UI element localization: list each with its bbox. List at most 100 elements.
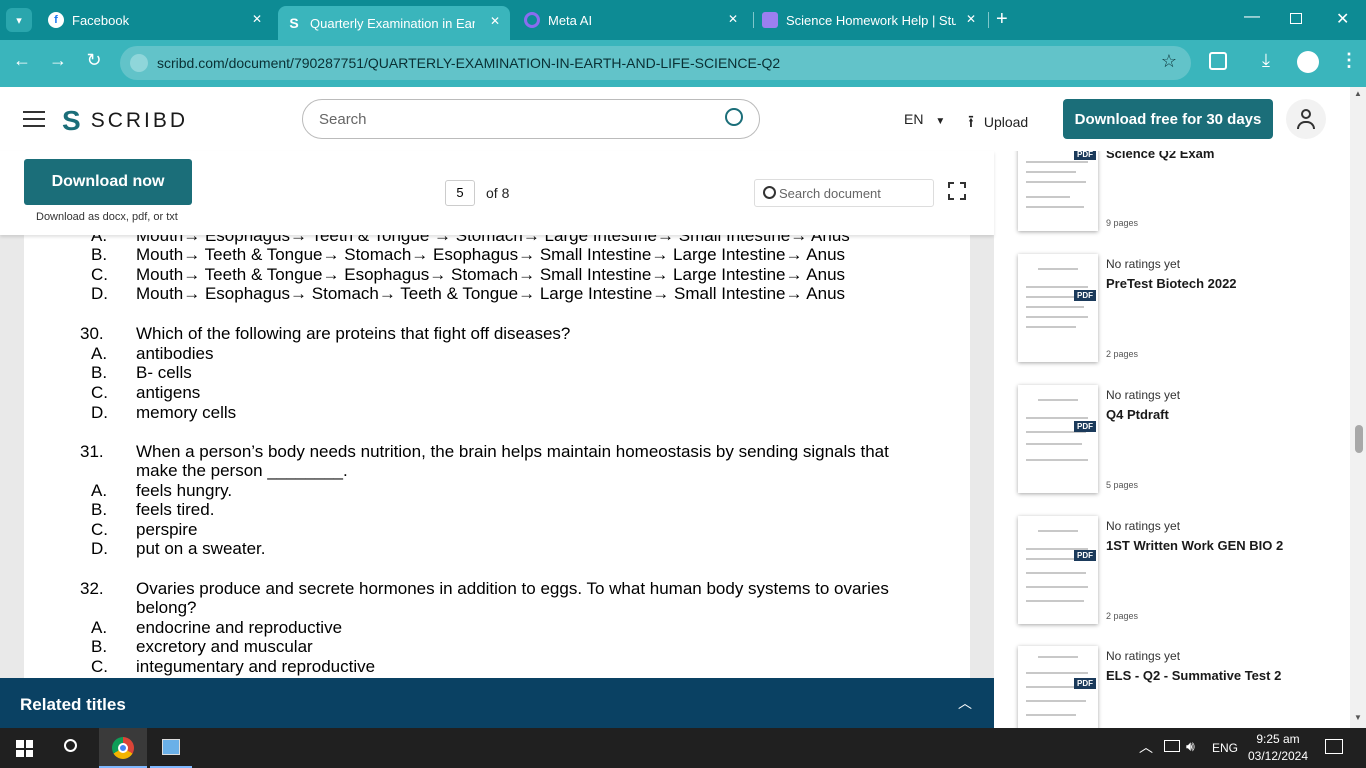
search-icon[interactable] [64,739,77,752]
pdf-badge: PDF [1074,421,1096,432]
page-scrollbar[interactable]: ▲ ▼ [1350,87,1366,728]
account-icon[interactable] [1286,99,1326,139]
document-title[interactable]: ELS - Q2 - Summative Test 2 [1106,668,1281,683]
page-total: of 8 [486,185,510,201]
document-thumbnail: PDF [1018,254,1098,362]
forward-icon[interactable]: → [45,50,71,71]
tab-study-help[interactable]: Science Homework Help | Stud ✕ [754,4,986,36]
scribd-logo[interactable]: S SCRIBD [62,105,188,137]
network-icon[interactable] [1164,740,1180,752]
minimize-button[interactable]: — [1244,8,1260,26]
facebook-icon: f [48,12,64,28]
tab-meta-ai[interactable]: Meta AI ✕ [516,4,748,36]
upload-icon: ⭱ [968,112,974,131]
document-thumbnail: PDF [1018,385,1098,493]
tab-title: Meta AI [548,12,593,28]
reload-icon[interactable]: ↻ [81,50,107,71]
related-titles-bar[interactable]: Related titles ︿ [0,678,994,728]
photos-taskbar-button[interactable] [150,728,192,768]
bookmark-star-icon[interactable]: ☆ [1161,51,1177,72]
tab-scribd[interactable]: S Quarterly Examination in Earth ✕ [278,6,510,40]
download-icon[interactable]: ⤓ [1262,50,1270,71]
chevron-up-icon[interactable]: ︿ [958,693,972,713]
upload-button[interactable]: ⭱ Upload [968,109,1028,138]
close-tab-icon[interactable]: ✕ [728,12,738,26]
rating-text: No ratings yet [1106,388,1181,402]
search-icon [763,186,776,199]
language-selector[interactable]: EN ▼ [904,111,945,127]
related-document-card[interactable]: PDF No ratings yet Q4 Ptdraft 5 pages [994,385,1366,515]
study-site-icon [762,12,778,28]
close-tab-icon[interactable]: ✕ [966,12,976,26]
tab-title: Science Homework Help | Stud [786,12,956,28]
page-count: 9 pages [1106,218,1139,228]
related-document-card[interactable]: PDF Science Q2 Exam 9 pages [994,151,1366,271]
page-count: 5 pages [1106,480,1139,490]
tab-title: Quarterly Examination in Earth [310,15,475,31]
site-search-input[interactable]: Search [302,99,760,139]
chevron-down-icon: ▼ [935,116,946,127]
windows-taskbar: ︿ 🔊︎ ENG 9:25 am 03/12/2024 [0,728,1366,768]
browser-tab-strip: ▾ f Facebook ✕ S Quarterly Examination i… [0,0,1366,40]
extensions-icon[interactable] [1209,52,1227,70]
document-title[interactable]: Science Q2 Exam [1106,151,1214,161]
profile-icon[interactable] [1297,51,1319,73]
close-tab-icon[interactable]: ✕ [252,12,262,26]
meta-ai-icon [524,12,540,28]
show-hidden-icons[interactable]: ︿ [1139,737,1153,757]
photos-icon [162,739,180,755]
rating-text: No ratings yet [1106,257,1181,271]
notifications-icon[interactable] [1325,739,1343,754]
close-tab-icon[interactable]: ✕ [490,14,500,28]
site-info-icon[interactable] [130,54,148,72]
browser-menu-icon[interactable]: ⋮ [1340,50,1358,71]
url-field[interactable]: scribd.com/document/790287751/QUARTERLY-… [120,46,1191,80]
page-count: 2 pages [1106,349,1139,359]
scribd-logo-icon: S [62,105,81,136]
close-window-button[interactable]: ✕ [1336,9,1349,29]
related-document-card[interactable]: PDF No ratings yet PreTest Biotech 2022 … [994,254,1366,384]
restore-button[interactable] [1290,13,1302,24]
related-document-card[interactable]: PDF No ratings yet ELS - Q2 - Summative … [994,646,1366,728]
windows-start-icon[interactable] [16,740,33,757]
download-free-trial-button[interactable]: Download free for 30 days [1063,99,1273,139]
search-icon[interactable] [725,108,743,126]
fullscreen-icon[interactable] [948,182,966,200]
document-title[interactable]: PreTest Biotech 2022 [1106,276,1237,291]
rating-text: No ratings yet [1106,649,1181,663]
pdf-badge: PDF [1074,151,1096,160]
document-toolbar: Download now Download as docx, pdf, or t… [0,151,994,235]
tab-separator [988,12,989,28]
page-count: 2 pages [1106,611,1139,621]
scrollbar-thumb[interactable] [1355,425,1363,453]
scroll-down-arrow[interactable]: ▼ [1354,713,1362,722]
download-now-button[interactable]: Download now [24,159,192,205]
document-title[interactable]: 1ST Written Work GEN BIO 2 [1106,538,1283,553]
related-document-card[interactable]: PDF No ratings yet 1ST Written Work GEN … [994,516,1366,646]
language-indicator[interactable]: ENG [1212,741,1238,755]
related-titles-heading: Related titles [20,695,126,714]
volume-icon[interactable]: 🔊︎ [1186,738,1195,755]
tab-facebook[interactable]: f Facebook ✕ [40,4,272,36]
clock[interactable]: 9:25 am 03/12/2024 [1246,732,1310,763]
document-search-input[interactable]: Search document [754,179,934,207]
pdf-badge: PDF [1074,678,1096,689]
related-documents-sidebar: PDF Science Q2 Exam 9 pages PDF No ratin… [994,151,1366,728]
scroll-up-arrow[interactable]: ▲ [1354,89,1362,98]
new-tab-button[interactable]: + [996,8,1008,31]
back-icon[interactable]: ← [9,50,35,71]
tab-search-button[interactable]: ▾ [6,8,32,32]
document-thumbnail: PDF [1018,151,1098,231]
download-formats-note: Download as docx, pdf, or txt [36,211,178,223]
rating-text: No ratings yet [1106,519,1181,533]
document-title[interactable]: Q4 Ptdraft [1106,407,1169,422]
url-text: scribd.com/document/790287751/QUARTERLY-… [157,55,781,71]
pdf-badge: PDF [1074,550,1096,561]
document-thumbnail: PDF [1018,646,1098,728]
scribd-icon: S [289,15,299,31]
tab-title: Facebook [72,12,130,28]
chrome-taskbar-button[interactable] [99,728,147,768]
page-number-input[interactable]: 5 [445,180,475,206]
hamburger-menu-icon[interactable] [23,111,45,127]
document-thumbnail: PDF [1018,516,1098,624]
